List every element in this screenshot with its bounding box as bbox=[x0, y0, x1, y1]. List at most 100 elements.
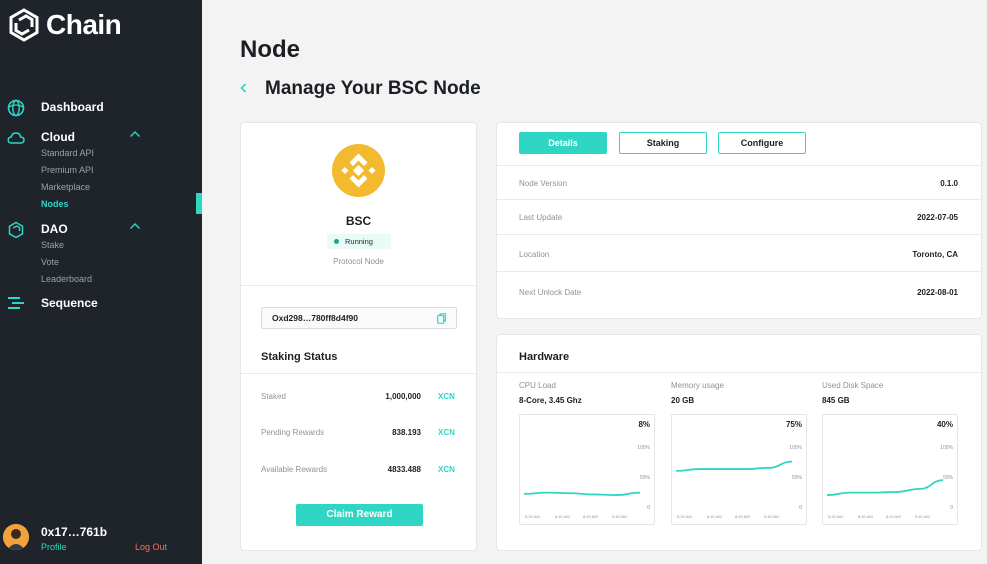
node-address: Oxd298…780ff8d4f90 bbox=[272, 313, 358, 323]
nav-dao[interactable]: DAO bbox=[0, 220, 202, 240]
divider bbox=[241, 285, 476, 286]
disk-graph: 40% 100% 50% 0 5:20 AM 8:40 AM 8:20 AM 9… bbox=[822, 414, 958, 525]
staking-label: Pending Rewards bbox=[261, 428, 325, 437]
avatar-icon bbox=[3, 524, 29, 550]
graph-tick: 0 bbox=[647, 505, 650, 511]
nav-premium-api[interactable]: Premium API bbox=[41, 165, 94, 175]
status-badge: Running bbox=[327, 234, 391, 249]
nav-sequence[interactable]: Sequence bbox=[0, 294, 202, 314]
graph-time: 8:40 AM bbox=[858, 514, 873, 519]
nav-sequence-label: Sequence bbox=[41, 296, 98, 310]
graph-time: 9:40 AM bbox=[612, 514, 627, 519]
nav-dashboard-label: Dashboard bbox=[41, 100, 104, 114]
claim-reward-button[interactable]: Claim Reward bbox=[296, 504, 423, 526]
page-title: Node bbox=[240, 36, 300, 63]
chevron-up-icon[interactable] bbox=[129, 222, 141, 230]
divider bbox=[241, 373, 476, 374]
metric-label: CPU Load bbox=[519, 381, 556, 390]
graph-line bbox=[676, 460, 792, 472]
detail-row: Location Toronto, CA bbox=[497, 250, 981, 286]
copy-icon[interactable] bbox=[437, 313, 446, 324]
usage-line bbox=[676, 460, 792, 472]
node-type: Protocol Node bbox=[333, 257, 384, 266]
nav-leaderboard[interactable]: Leaderboard bbox=[41, 274, 92, 284]
globe-icon bbox=[7, 99, 25, 117]
detail-label: Next Unlock Date bbox=[519, 288, 582, 297]
detail-label: Node Version bbox=[519, 179, 568, 188]
metric-value: 8-Core, 3.45 Ghz bbox=[519, 396, 582, 405]
bsc-logo-icon bbox=[332, 144, 385, 197]
nav-standard-api[interactable]: Standard API bbox=[41, 148, 94, 158]
cloud-icon bbox=[7, 132, 25, 144]
node-card: BSC Running Protocol Node Oxd298…780ff8d… bbox=[240, 122, 477, 551]
graph-time: 5:20 AM bbox=[677, 514, 692, 519]
detail-value: 0.1.0 bbox=[940, 179, 958, 188]
staking-value: 838.193 bbox=[392, 428, 421, 437]
graph-line bbox=[827, 479, 943, 496]
detail-value: 2022-08-01 bbox=[917, 288, 958, 297]
nav-vote[interactable]: Vote bbox=[41, 257, 59, 267]
nav-dashboard[interactable]: Dashboard bbox=[0, 98, 202, 118]
nav-marketplace[interactable]: Marketplace bbox=[41, 182, 90, 192]
staking-currency: XCN bbox=[438, 428, 455, 437]
detail-label: Last Update bbox=[519, 213, 563, 222]
dao-icon bbox=[8, 221, 24, 239]
metric-cpu: CPU Load 8-Core, 3.45 Ghz bbox=[519, 381, 659, 405]
graph-tick: 50% bbox=[791, 475, 802, 481]
staking-value: 4833.488 bbox=[387, 465, 421, 474]
graph-time: 8:40 AM bbox=[555, 514, 570, 519]
graph-percent: 40% bbox=[936, 420, 953, 429]
metric-label: Memory usage bbox=[671, 381, 724, 390]
graph-tick: 0 bbox=[950, 505, 953, 511]
graph-percent: 75% bbox=[785, 420, 802, 429]
nav-dao-label: DAO bbox=[41, 222, 68, 236]
graph-time: 8:20 AM bbox=[583, 514, 598, 519]
status-text: Running bbox=[345, 237, 373, 246]
divider bbox=[497, 271, 981, 272]
user-panel: 0x17…761b Profile Log Out bbox=[0, 520, 202, 564]
graph-time: 8:20 AM bbox=[886, 514, 901, 519]
graph-time: 9:40 AM bbox=[764, 514, 779, 519]
staking-label: Available Rewards bbox=[261, 465, 328, 474]
detail-row: Node Version 0.1.0 bbox=[497, 179, 981, 215]
metric-memory: Memory usage 20 GB bbox=[671, 381, 811, 405]
metric-label: Used Disk Space bbox=[822, 381, 884, 390]
sequence-icon bbox=[8, 297, 24, 309]
nav-stake[interactable]: Stake bbox=[41, 240, 64, 250]
tab-staking[interactable]: Staking bbox=[619, 132, 707, 154]
nav-cloud[interactable]: Cloud bbox=[0, 128, 202, 148]
divider bbox=[497, 234, 981, 235]
tab-details[interactable]: Details bbox=[519, 132, 607, 154]
logo-text: Chain bbox=[46, 9, 122, 40]
nav-nodes[interactable]: Nodes bbox=[41, 199, 69, 209]
status-dot-icon bbox=[334, 239, 339, 244]
usage-line bbox=[524, 491, 640, 496]
active-indicator bbox=[196, 193, 202, 214]
details-card: Details Staking Configure Node Version 0… bbox=[496, 122, 982, 319]
profile-link[interactable]: Profile bbox=[41, 542, 67, 552]
detail-row: Last Update 2022-07-05 bbox=[497, 213, 981, 249]
detail-value: 2022-07-05 bbox=[917, 213, 958, 222]
avatar[interactable] bbox=[3, 524, 29, 550]
cpu-graph: 8% 100% 50% 0 5:20 AM 8:40 AM 8:20 AM 9:… bbox=[519, 414, 655, 525]
metric-value: 845 GB bbox=[822, 396, 850, 405]
tab-configure[interactable]: Configure bbox=[718, 132, 806, 154]
graph-line bbox=[524, 491, 640, 496]
nav-cloud-label: Cloud bbox=[41, 130, 75, 144]
divider bbox=[497, 199, 981, 200]
detail-label: Location bbox=[519, 250, 550, 259]
graph-time: 8:40 AM bbox=[707, 514, 722, 519]
graph-tick: 50% bbox=[942, 475, 953, 481]
metric-value: 20 GB bbox=[671, 396, 695, 405]
divider bbox=[497, 165, 981, 166]
usage-line bbox=[827, 479, 943, 496]
staking-label: Staked bbox=[261, 392, 286, 401]
chevron-up-icon[interactable] bbox=[129, 130, 141, 138]
graph-tick: 50% bbox=[639, 475, 650, 481]
logo[interactable]: Chain bbox=[8, 8, 122, 42]
chain-logo-icon bbox=[9, 8, 39, 42]
staking-value: 1,000,000 bbox=[385, 392, 421, 401]
node-address-field[interactable]: Oxd298…780ff8d4f90 bbox=[261, 307, 457, 329]
logout-link[interactable]: Log Out bbox=[135, 542, 167, 552]
back-icon[interactable] bbox=[237, 81, 251, 95]
